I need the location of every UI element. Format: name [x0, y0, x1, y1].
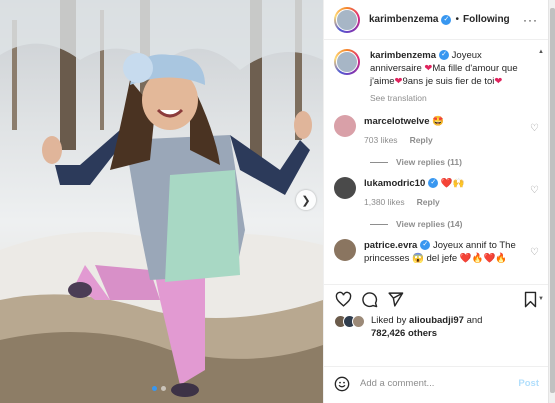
- page-scrollbar-thumb[interactable]: [550, 8, 555, 393]
- carousel-dot: [161, 386, 166, 391]
- commenter-avatar[interactable]: [334, 177, 356, 199]
- view-replies-label: View replies (11): [396, 157, 462, 167]
- post-actions-bar: [324, 284, 549, 310]
- comment-text: ❤️🙌: [440, 178, 465, 189]
- verified-badge-icon: ✓: [428, 178, 439, 189]
- post-photo[interactable]: ❯: [0, 0, 323, 403]
- comments-list: karimbenzema ✓ Joyeux anniversaire ❤Ma fi…: [324, 41, 549, 274]
- caption-text-3: 9ans je suis fier de toi: [402, 76, 495, 87]
- carousel-indicator: [152, 386, 166, 391]
- photo-illustration: [0, 0, 323, 403]
- like-button[interactable]: [334, 291, 352, 309]
- add-comment-input[interactable]: Add a comment...: [360, 378, 434, 389]
- author-username[interactable]: karimbenzema: [369, 14, 438, 25]
- caption: karimbenzema ✓ Joyeux anniversaire ❤Ma fi…: [334, 49, 539, 105]
- scroll-up-icon[interactable]: ▲: [538, 49, 544, 55]
- comment-item: lukamodric10 ✓ ❤️🙌 1,380 likes Reply ♡: [334, 177, 539, 209]
- share-button[interactable]: [386, 291, 404, 309]
- view-replies-button[interactable]: View replies (11): [370, 157, 539, 167]
- likes-summary: Liked by alioubadji97 and 782,426 others: [334, 314, 539, 340]
- comment-heart-icon[interactable]: ♡: [530, 247, 539, 258]
- comment-username[interactable]: lukamodric10: [364, 178, 425, 189]
- post-comment-button[interactable]: Post: [518, 378, 539, 389]
- comment-likes[interactable]: 703 likes: [364, 134, 398, 147]
- view-replies-button[interactable]: View replies (14): [370, 219, 539, 229]
- liked-by-and: and: [466, 315, 483, 326]
- post-side-panel: karimbenzema ✓ • Following ··· karimbenz…: [323, 0, 549, 403]
- share-icon: [387, 292, 403, 307]
- liked-by-prefix: Liked by: [371, 315, 407, 326]
- following-button[interactable]: Following: [463, 14, 510, 25]
- heart-emoji-icon: ❤: [494, 76, 503, 87]
- next-image-button[interactable]: ❯: [296, 190, 316, 210]
- bookmark-icon: [524, 291, 536, 308]
- comment-item: patrice.evra ✓ Joyeux annif to The prince…: [334, 239, 539, 265]
- commenter-avatar[interactable]: [334, 115, 356, 137]
- likes-count[interactable]: 782,426 others: [371, 328, 437, 339]
- liker-avatars[interactable]: [334, 315, 365, 328]
- see-translation-link[interactable]: See translation: [370, 92, 535, 105]
- emoji-icon[interactable]: [334, 376, 350, 392]
- comment-username[interactable]: patrice.evra: [364, 240, 417, 251]
- save-button[interactable]: [521, 291, 539, 309]
- author-avatar[interactable]: [334, 6, 360, 33]
- page-scrollbar[interactable]: [548, 0, 555, 403]
- post-header: karimbenzema ✓ • Following ···: [324, 0, 548, 40]
- header-separator: •: [455, 14, 459, 25]
- comment-likes[interactable]: 1,380 likes: [364, 196, 405, 209]
- caption-username[interactable]: karimbenzema: [370, 50, 436, 61]
- verified-badge-icon: ✓: [420, 240, 431, 251]
- more-horizontal-icon[interactable]: ···: [523, 13, 538, 27]
- comment-text: 🤩: [432, 116, 444, 127]
- verified-badge-icon: ✓: [441, 14, 452, 25]
- comment-icon: [361, 292, 377, 308]
- comment-heart-icon[interactable]: ♡: [530, 185, 539, 196]
- verified-badge-icon: ✓: [439, 50, 450, 61]
- heart-icon: [335, 291, 351, 307]
- reply-button[interactable]: Reply: [417, 196, 440, 209]
- caption-avatar[interactable]: [334, 49, 360, 75]
- commenter-avatar[interactable]: [334, 239, 356, 261]
- comment-item: marcelotwelve 🤩 703 likes Reply ♡: [334, 115, 539, 147]
- chevron-right-icon: ❯: [301, 194, 311, 207]
- liked-by-user[interactable]: alioubadji97: [409, 315, 464, 326]
- reply-button[interactable]: Reply: [410, 134, 433, 147]
- comment-heart-icon[interactable]: ♡: [530, 123, 539, 134]
- carousel-dot-active: [152, 386, 157, 391]
- view-replies-label: View replies (14): [396, 219, 463, 229]
- comment-button[interactable]: [360, 291, 378, 309]
- comment-username[interactable]: marcelotwelve: [364, 116, 429, 127]
- add-comment-bar: Add a comment... Post: [324, 366, 549, 400]
